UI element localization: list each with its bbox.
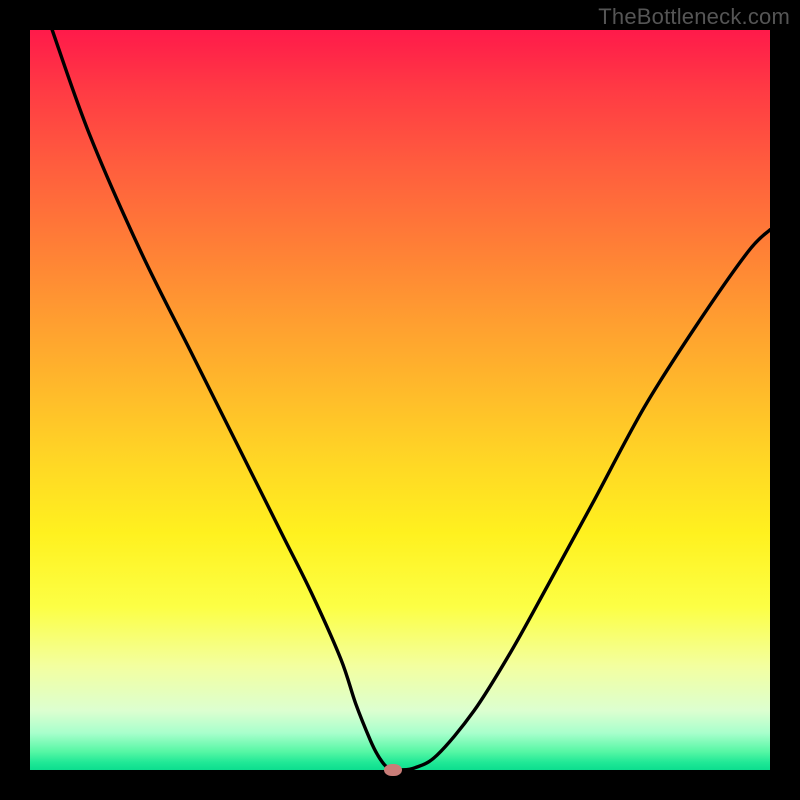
curve-svg [30,30,770,770]
minimum-marker [384,764,402,776]
plot-area [30,30,770,770]
chart-container: TheBottleneck.com [0,0,800,800]
watermark-text: TheBottleneck.com [598,4,790,30]
curve-path [52,30,770,770]
